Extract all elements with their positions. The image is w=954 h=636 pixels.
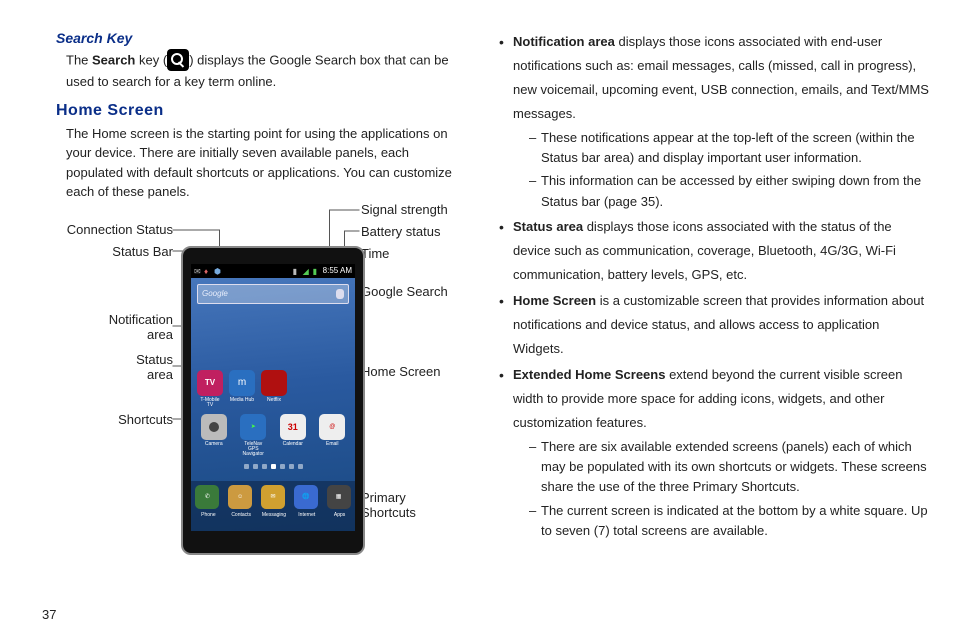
app-icon: Netflix: [261, 370, 287, 396]
app-icon: Camera: [201, 414, 227, 440]
list-item: Extended Home Screens extend beyond the …: [495, 363, 932, 541]
search-key-heading: Search Key: [56, 30, 463, 46]
list-item: This information can be accessed by eith…: [513, 171, 932, 211]
app-icon: @Email: [319, 414, 345, 440]
term: Home Screen: [513, 293, 596, 308]
term: Notification area: [513, 34, 615, 49]
shortcut-row-1: TVT-Mobile TV mMedia Hub Netflix: [191, 366, 355, 396]
list-item: Notification area displays those icons a…: [495, 30, 932, 212]
app-icon: ➤TeleNav GPS Navigator: [240, 414, 266, 440]
home-screen-paragraph: The Home screen is the starting point fo…: [66, 124, 463, 202]
signal-bars-icon: ◢: [303, 267, 311, 275]
app-icon: TVT-Mobile TV: [197, 370, 223, 396]
list-item: These notifications appear at the top-le…: [513, 128, 932, 168]
label-status-bar: Status Bar: [112, 244, 173, 259]
dock-icon: ▦Apps: [327, 485, 351, 509]
list-item: Home Screen is a customizable screen tha…: [495, 289, 932, 361]
google-search-label: Google: [202, 289, 228, 298]
app-icon: mMedia Hub: [229, 370, 255, 396]
list-item: There are six available extended screens…: [513, 437, 932, 497]
feature-list: Notification area displays those icons a…: [495, 30, 932, 541]
page-number: 37: [42, 607, 56, 622]
manual-page: Search Key The Search key () displays th…: [0, 0, 954, 636]
home-screen-heading: Home Screen: [56, 102, 463, 120]
left-column: Search Key The Search key () displays th…: [56, 30, 463, 626]
label-time: Time: [361, 246, 389, 261]
dock-icon: 🌐Internet: [294, 485, 318, 509]
notif-icon: ⬢: [214, 267, 222, 275]
text: The: [66, 52, 92, 67]
page-indicator: [191, 464, 355, 469]
clock: 8:55 AM: [323, 266, 352, 275]
label-status-area: Status area: [136, 352, 173, 382]
label-home-screen: Home Screen: [361, 364, 440, 379]
phone-mockup: ✉ ♦ ⬢ ▮ ◢ ▮ 8:55 AM Google: [181, 246, 365, 555]
status-bar: ✉ ♦ ⬢ ▮ ◢ ▮ 8:55 AM: [191, 264, 355, 278]
dock-icon: ✆Phone: [195, 485, 219, 509]
search-key-paragraph: The Search key () displays the Google Se…: [66, 50, 463, 92]
app-icon: 31Calendar: [280, 414, 306, 440]
text: key (: [135, 52, 167, 67]
label-signal-strength: Signal strength: [361, 202, 448, 217]
label-notification-area: Notification area: [109, 312, 173, 342]
dock-icon: ✉Messaging: [261, 485, 285, 509]
notif-icon: ♦: [204, 267, 212, 275]
label-battery-status: Battery status: [361, 224, 440, 239]
label-google-search: Google Search: [361, 284, 448, 299]
phone-screen: ✉ ♦ ⬢ ▮ ◢ ▮ 8:55 AM Google: [191, 264, 355, 531]
home-screen-diagram: Connection Status Status Bar Notificatio…: [56, 206, 463, 556]
google-search-widget: Google: [197, 284, 349, 304]
label-connection-status: Connection Status: [67, 222, 173, 237]
term: Extended Home Screens: [513, 367, 665, 382]
list-item: The current screen is indicated at the b…: [513, 501, 932, 541]
notif-icon: ✉: [194, 267, 202, 275]
label-shortcuts: Shortcuts: [118, 412, 173, 427]
mic-icon: [336, 289, 344, 299]
label-primary-shortcuts: Primary Shortcuts: [361, 490, 416, 520]
dock-icon: ☺Contacts: [228, 485, 252, 509]
search-icon: [167, 49, 189, 71]
term: Status area: [513, 219, 583, 234]
search-term: Search: [92, 52, 135, 67]
right-column: Notification area displays those icons a…: [495, 30, 932, 626]
signal-icon: ▮: [293, 267, 301, 275]
primary-shortcuts-dock: ✆Phone ☺Contacts ✉Messaging 🌐Internet ▦A…: [191, 481, 355, 531]
list-item: Status area displays those icons associa…: [495, 215, 932, 287]
shortcut-row-2: Camera ➤TeleNav GPS Navigator 31Calendar…: [191, 410, 355, 440]
battery-icon: ▮: [313, 267, 321, 275]
